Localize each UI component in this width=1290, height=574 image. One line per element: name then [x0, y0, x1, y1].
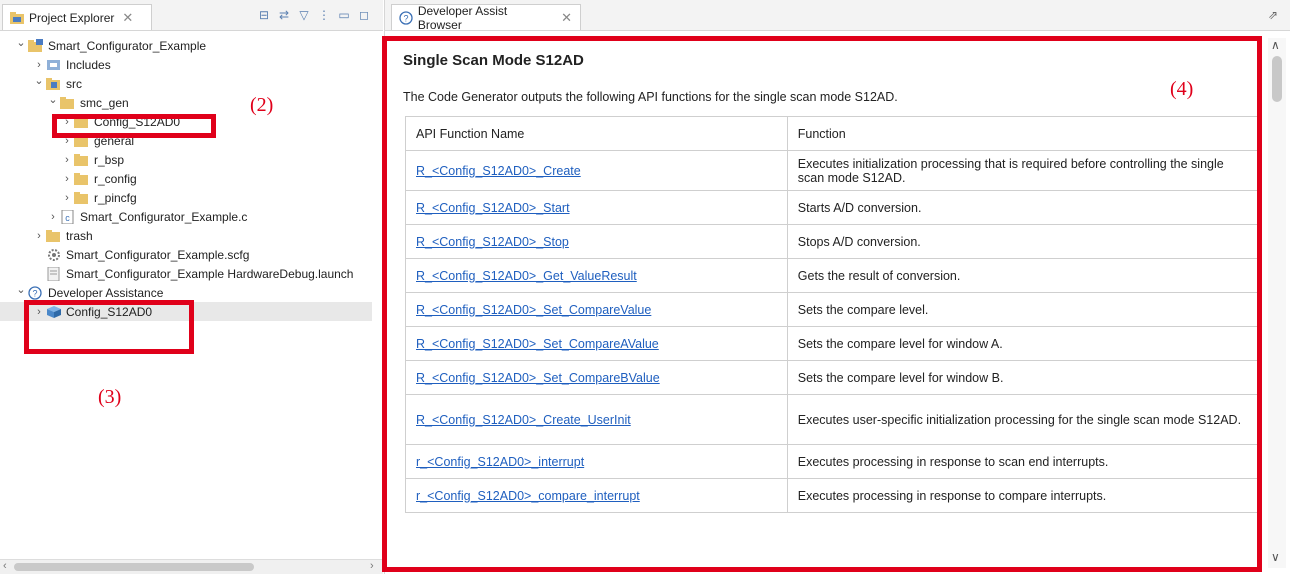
tab-project-explorer[interactable]: Project Explorer ✕	[2, 4, 152, 30]
tree-item-label: r_pincfg	[94, 190, 137, 205]
chevron-down-icon[interactable]: ⌄	[14, 283, 28, 296]
tree-item-label: src	[66, 76, 82, 91]
tree-item[interactable]: ⌄ Smart_Configurator_Example	[0, 36, 383, 55]
tree-item[interactable]: › Includes	[0, 55, 383, 74]
project-tree: ⌄ Smart_Configurator_Example › Includes ⌄ src…	[0, 36, 383, 321]
tree-item-label: smc_gen	[80, 95, 129, 110]
chevron-down-icon[interactable]: ⌄	[32, 74, 46, 87]
chevron-right-icon[interactable]: ›	[60, 192, 74, 204]
help-circle-icon: ?	[398, 10, 414, 25]
folder-icon	[74, 153, 90, 167]
tree-item[interactable]: › trash	[0, 226, 383, 245]
filter-icon[interactable]: ▽	[296, 8, 312, 22]
tree-item-label: Smart_Configurator_Example HardwareDebug…	[66, 266, 354, 281]
chevron-down-icon[interactable]: ⌄	[46, 93, 60, 106]
tree-item[interactable]: › r_config	[0, 169, 383, 188]
project-explorer-icon	[9, 11, 25, 25]
scroll-right-icon[interactable]: ›	[370, 560, 374, 572]
tree-item-label: Developer Assistance	[48, 285, 164, 300]
annotation-label-3: (3)	[98, 386, 122, 408]
svg-text:?: ?	[32, 288, 37, 298]
tree-item[interactable]: Smart_Configurator_Example.scfg	[0, 245, 383, 264]
folder-icon	[74, 172, 90, 186]
includes-icon	[46, 58, 62, 72]
scroll-left-icon[interactable]: ‹	[3, 560, 7, 572]
help-icon: ?	[28, 285, 44, 300]
tab-project-explorer-label: Project Explorer	[29, 10, 115, 25]
horizontal-scrollbar-thumb[interactable]	[14, 563, 254, 571]
minimize-icon[interactable]: ▭	[336, 8, 352, 22]
close-icon[interactable]: ✕	[561, 10, 572, 26]
annotation-box-2	[52, 114, 216, 138]
tree-item[interactable]: › r_bsp	[0, 150, 383, 169]
tree-item[interactable]: Smart_Configurator_Example HardwareDebug…	[0, 264, 383, 283]
close-icon[interactable]: ✕	[122, 10, 133, 26]
horizontal-scrollbar[interactable]: ‹ ›	[0, 559, 383, 574]
collapse-all-icon[interactable]: ⊟	[256, 8, 272, 22]
chevron-right-icon[interactable]: ›	[46, 211, 60, 223]
annotation-box-3	[24, 300, 194, 354]
chevron-right-icon[interactable]: ›	[32, 59, 46, 71]
svg-text:?: ?	[403, 13, 408, 23]
restore-view-icon[interactable]: ⇗	[1265, 8, 1281, 22]
tab-developer-assist-browser-label: Developer Assist Browser	[417, 3, 508, 32]
vertical-scrollbar[interactable]: ∧ ∨	[1268, 38, 1286, 568]
config-file-icon	[46, 248, 62, 262]
svg-text:c: c	[65, 213, 70, 223]
tree-item[interactable]: ⌄ src	[0, 74, 383, 93]
scroll-down-icon[interactable]: ∨	[1271, 550, 1280, 564]
tab-developer-assist-browser[interactable]: ? Developer Assist Browser ✕	[391, 3, 581, 32]
project-explorer-tabbar: Project Explorer ✕ ⊟ ⇄ ▽ ⋮ ▭ ◻	[0, 0, 383, 31]
tree-item[interactable]: ⌄ smc_gen	[0, 93, 383, 112]
launch-file-icon	[46, 266, 62, 281]
chevron-right-icon[interactable]: ›	[32, 230, 46, 242]
folder-icon	[60, 96, 76, 110]
vertical-scrollbar-thumb[interactable]	[1272, 56, 1282, 102]
annotation-label-2: (2)	[250, 94, 274, 116]
link-with-editor-icon[interactable]: ⇄	[276, 8, 292, 22]
annotation-box-4	[382, 36, 1262, 572]
chevron-down-icon[interactable]: ⌄	[14, 36, 28, 49]
tree-item-label: Smart_Configurator_Example.scfg	[66, 247, 250, 262]
tree-item-label: Includes	[66, 57, 111, 72]
project-explorer-pane: Project Explorer ✕ ⊟ ⇄ ▽ ⋮ ▭ ◻ ⌄ Smart_Co…	[0, 0, 383, 574]
browser-tabbar: ? Developer Assist Browser ✕ ⇗	[385, 0, 1290, 32]
view-menu-icon[interactable]: ⋮	[316, 8, 332, 22]
c-file-icon: c	[60, 209, 76, 224]
tree-item[interactable]: › c Smart_Configurator_Example.c	[0, 207, 383, 226]
tree-item-label: Smart_Configurator_Example	[48, 38, 207, 53]
scroll-up-icon[interactable]: ∧	[1271, 38, 1280, 52]
maximize-icon[interactable]: ◻	[356, 8, 372, 22]
tree-item-label: Smart_Configurator_Example.c	[80, 209, 248, 224]
annotation-label-4: (4)	[1170, 78, 1194, 100]
folder-icon	[74, 191, 90, 205]
tree-item[interactable]: › r_pincfg	[0, 188, 383, 207]
chevron-right-icon[interactable]: ›	[60, 154, 74, 166]
folder-icon	[46, 229, 62, 243]
source-folder-icon	[46, 77, 62, 91]
tree-item-label: r_config	[94, 171, 137, 186]
chevron-right-icon[interactable]: ›	[60, 173, 74, 185]
tree-item-label: r_bsp	[94, 152, 125, 167]
project-icon	[28, 38, 44, 53]
tree-item-label: trash	[66, 228, 93, 243]
